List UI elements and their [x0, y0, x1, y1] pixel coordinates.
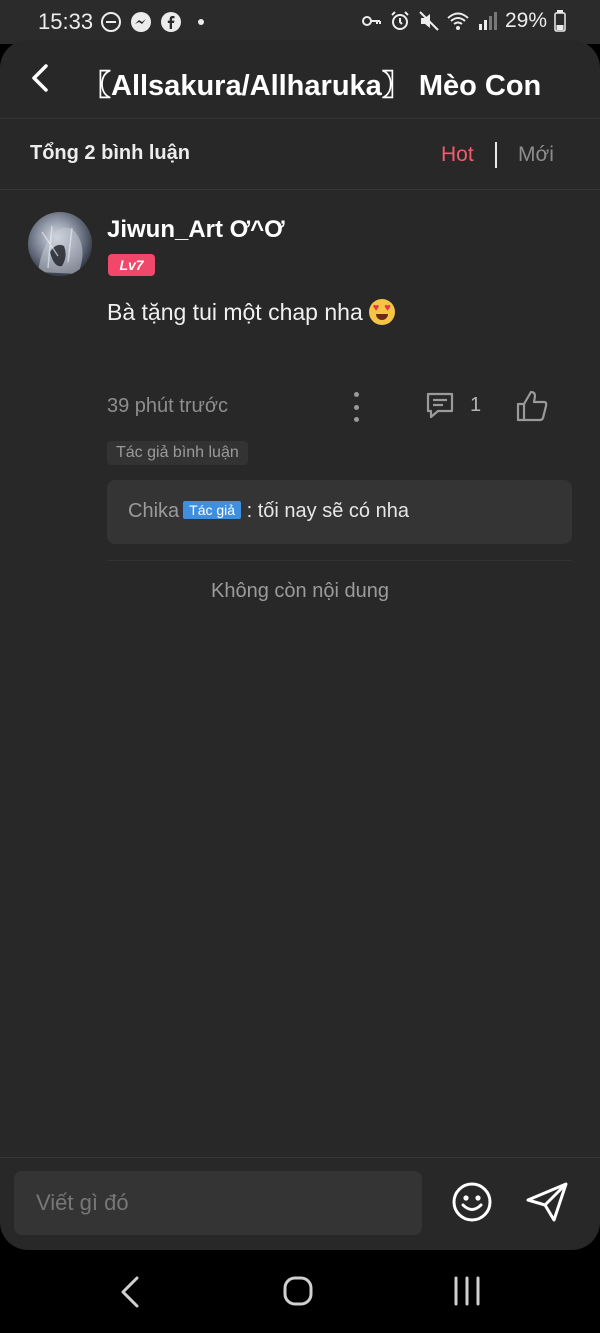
nav-recent-icon[interactable]: [450, 1274, 484, 1308]
title-bar: 〖Allsakura/Allharuka〗 Mèo Con: [0, 40, 600, 118]
status-bar: 15:33 29%: [0, 0, 600, 44]
sort-hot-tab[interactable]: Hot: [441, 143, 474, 167]
vpn-key-icon: [361, 16, 381, 26]
status-right-icons: 29%: [360, 9, 566, 33]
battery-percent: 29%: [504, 9, 547, 32]
sort-separator: [495, 142, 497, 168]
comment-item: Jiwun_Art Ơ^Ơ Lv7 Bà tặng tui một chap n…: [0, 190, 600, 544]
page-title: 〖Allsakura/Allharuka〗 Mèo Con: [82, 70, 542, 102]
status-time: 15:33: [38, 9, 94, 34]
thumbs-up-icon[interactable]: [514, 388, 550, 424]
reply-text: : tối nay sẽ có nha: [246, 500, 409, 522]
reply-author-name: Chika: [128, 500, 180, 522]
comment-input-bar: [0, 1157, 600, 1250]
comment-icon: [426, 392, 454, 419]
alarm-icon: [391, 11, 409, 30]
comments-sheet: 〖Allsakura/Allharuka〗 Mèo Con Tổng 2 bìn…: [0, 40, 600, 1250]
comment-text: Bà tặng tui một chap nha: [107, 299, 363, 325]
mute-icon: [419, 11, 439, 31]
more-options-button[interactable]: [344, 392, 368, 422]
reply-content: Chika Tác giả : tối nay sẽ có nha: [128, 500, 409, 523]
nav-back-icon[interactable]: [113, 1272, 147, 1312]
comment-total: Tổng 2 bình luận: [30, 142, 190, 164]
reply-button[interactable]: 1: [424, 390, 481, 420]
avatar-image: [38, 225, 83, 274]
send-icon[interactable]: [524, 1180, 570, 1224]
facebook-icon: [161, 12, 181, 32]
author-badge: Tác giả: [183, 501, 242, 519]
avatar[interactable]: [28, 212, 92, 276]
signal-icon: [478, 12, 497, 30]
comment-divider: [107, 560, 572, 561]
reply-count: 1: [470, 393, 482, 416]
author-reply-tag: Tác giả bình luận: [107, 441, 248, 465]
screen: 15:33 29% 〖Allsakura/Allharuka〗 Mèo Con: [0, 0, 600, 1333]
emoji-smile-icon[interactable]: [450, 1180, 494, 1224]
sort-new-tab[interactable]: Mới: [518, 143, 554, 167]
comment-username[interactable]: Jiwun_Art Ơ^Ơ: [107, 216, 285, 244]
reply-preview[interactable]: Chika Tác giả : tối nay sẽ có nha: [107, 480, 572, 544]
level-badge: Lv7: [108, 254, 155, 276]
end-of-content: Không còn nội dung: [211, 580, 389, 602]
battery-icon: [554, 10, 566, 32]
notification-dot-icon: [198, 19, 204, 25]
wifi-icon: [447, 12, 469, 30]
comment-body: Bà tặng tui một chap nha: [107, 299, 395, 326]
system-nav-bar: [0, 1250, 600, 1333]
do-not-disturb-icon: [101, 12, 121, 32]
more-dots-icon: [353, 392, 359, 397]
messenger-icon: [131, 12, 151, 32]
comment-summary: Tổng 2 bình luận Hot Mới: [0, 119, 600, 189]
star-struck-emoji-icon: [368, 299, 395, 325]
status-left-icons: [100, 11, 212, 33]
nav-home-icon[interactable]: [282, 1275, 314, 1307]
comment-time: 39 phút trước: [107, 395, 229, 417]
back-button[interactable]: [20, 58, 60, 98]
back-arrow-icon: [32, 64, 48, 92]
comment-input[interactable]: [14, 1171, 422, 1235]
